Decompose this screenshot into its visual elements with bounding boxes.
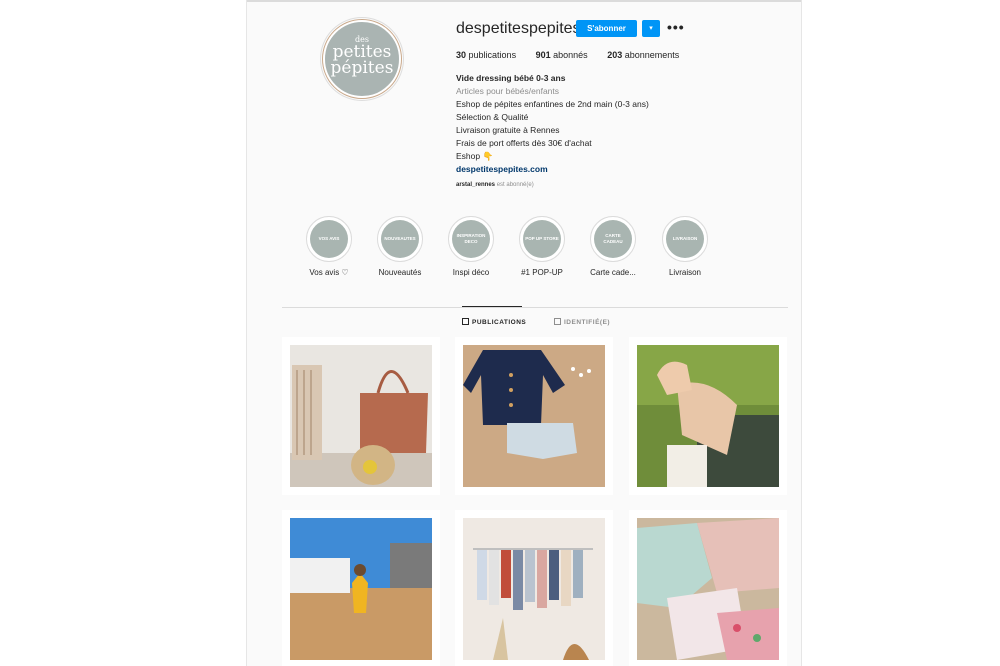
- post-tile-tote-bag[interactable]: [282, 337, 440, 495]
- bio-line: Sélection & Qualité: [456, 112, 529, 122]
- dropdown-icon[interactable]: ▾: [642, 20, 660, 37]
- highlight-pop-up[interactable]: POP UP STORE #1 POP-UP: [512, 216, 572, 277]
- bio-name: Vide dressing bébé 0-3 ans: [456, 73, 566, 83]
- followed-by-suffix: est abonné(e): [495, 182, 534, 188]
- highlight-vos-avis[interactable]: VOS AVIS Vos avis ♡: [299, 216, 359, 277]
- profile-stats: 30 publications 901 abonnés 203 abonneme…: [456, 50, 696, 60]
- post-tile-baby-feet[interactable]: [629, 337, 787, 495]
- highlight-circle: CARTE CADEAU: [590, 216, 636, 262]
- brand-logo: des petites pépites: [325, 22, 399, 96]
- bio-category: Articles pour bébés/enfants: [456, 86, 560, 96]
- highlight-carte-cadeau[interactable]: CARTE CADEAU Carte cade...: [583, 216, 643, 277]
- profile-username: despetitespepites: [456, 20, 581, 37]
- post-tile-clothes-rack[interactable]: [455, 510, 613, 666]
- tagged-icon: [554, 318, 561, 325]
- bio-line: Eshop de pépites enfantines de 2nd main …: [456, 99, 649, 109]
- logo-line-3: pépites: [330, 58, 394, 78]
- highlight-label: Nouveautés: [378, 268, 422, 277]
- highlight-label: Vos avis ♡: [309, 268, 349, 277]
- highlight-cover: POP UP STORE: [523, 220, 561, 258]
- post-photo: [637, 345, 779, 487]
- website-link[interactable]: despetitespepites.com: [456, 163, 649, 176]
- bio-line: Eshop 👇: [456, 151, 494, 161]
- highlight-cover: LIVRAISON: [666, 220, 704, 258]
- top-border: [247, 0, 801, 2]
- highlight-label: Carte cade...: [590, 268, 636, 277]
- follow-button[interactable]: S'abonner: [576, 20, 637, 37]
- post-tile-baby-clothes[interactable]: [629, 510, 787, 666]
- highlight-livraison[interactable]: LIVRAISON Livraison: [655, 216, 715, 277]
- highlight-label: Livraison: [668, 268, 701, 277]
- posts-stat: 30 publications: [456, 50, 516, 60]
- tab-publications[interactable]: PUBLICATIONS: [462, 318, 526, 326]
- highlight-cover: VOS AVIS: [310, 220, 348, 258]
- post-photo: [463, 518, 605, 660]
- highlight-circle: LIVRAISON: [662, 216, 708, 262]
- highlight-label: Inspi déco: [452, 268, 490, 277]
- highlight-label: #1 POP-UP: [521, 268, 563, 277]
- highlight-nouveautes[interactable]: NOUVEAUTES Nouveautés: [370, 216, 430, 277]
- followers-label: abonnés: [553, 50, 588, 60]
- post-tile-beach[interactable]: [282, 510, 440, 666]
- highlight-circle: INSPIRATION DECO: [448, 216, 494, 262]
- tabs-divider: [282, 307, 788, 308]
- bio-line: Frais de port offerts dès 30€ d'achat: [456, 138, 592, 148]
- active-tab-indicator: [462, 306, 522, 307]
- followed-by[interactable]: arstal_rennes est abonné(e): [456, 182, 534, 188]
- posts-label: publications: [468, 50, 517, 60]
- highlight-cover: INSPIRATION DECO: [452, 220, 490, 258]
- post-photo: [290, 518, 432, 660]
- tab-tagged[interactable]: IDENTIFIÉ(E): [554, 318, 610, 326]
- highlight-cover: CARTE CADEAU: [594, 220, 632, 258]
- posts-count: 30: [456, 50, 467, 60]
- tab-label: PUBLICATIONS: [472, 319, 527, 326]
- followers-stat[interactable]: 901 abonnés: [536, 50, 588, 60]
- profile-bio: Vide dressing bébé 0-3 ans Articles pour…: [456, 72, 649, 176]
- post-tile-knit-cardigan[interactable]: [455, 337, 613, 495]
- tab-label: IDENTIFIÉ(E): [564, 319, 611, 326]
- bio-line: Livraison gratuite à Rennes: [456, 125, 560, 135]
- highlight-circle: POP UP STORE: [519, 216, 565, 262]
- post-photo: [637, 518, 779, 660]
- more-icon[interactable]: •••: [667, 19, 685, 35]
- follower-username: arstal_rennes: [456, 182, 496, 188]
- highlight-circle: VOS AVIS: [306, 216, 352, 262]
- followers-count: 901: [535, 50, 551, 60]
- following-stat[interactable]: 203 abonnements: [607, 50, 679, 60]
- highlight-cover: NOUVEAUTES: [381, 220, 419, 258]
- post-photo: [463, 345, 605, 487]
- profile-page: des petites pépites despetitespepites S'…: [246, 0, 802, 666]
- highlight-inspi-deco[interactable]: INSPIRATION DECO Inspi déco: [441, 216, 501, 277]
- following-count: 203: [607, 50, 623, 60]
- post-photo: [290, 345, 432, 487]
- grid-icon: [462, 318, 469, 325]
- following-label: abonnements: [624, 50, 680, 60]
- avatar[interactable]: des petites pépites: [323, 20, 401, 98]
- highlight-circle: NOUVEAUTES: [377, 216, 423, 262]
